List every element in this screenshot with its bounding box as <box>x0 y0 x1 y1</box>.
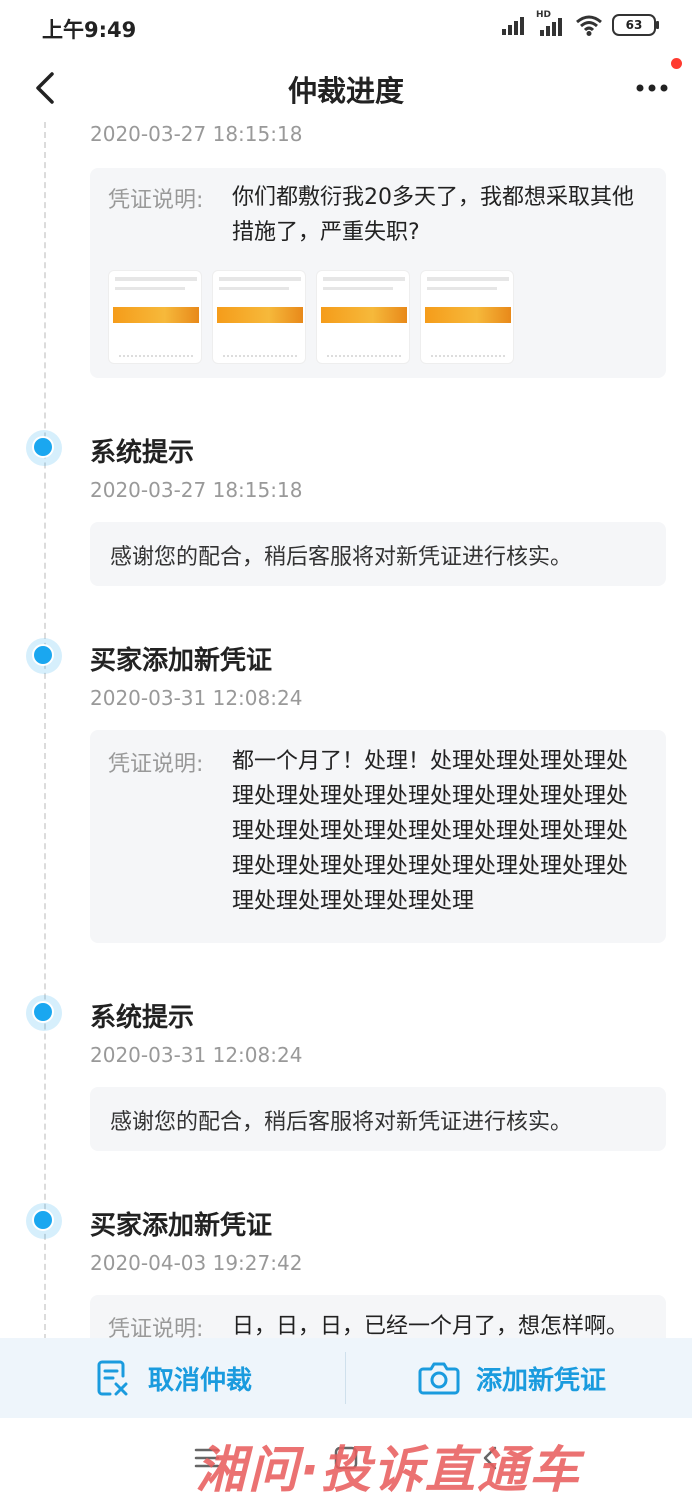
more-dots-icon <box>636 84 668 92</box>
evidence-thumbnails <box>108 270 514 364</box>
watermark-text: 湘问·投诉直通车 <box>196 1441 581 1499</box>
status-time: 上午9:49 <box>42 18 137 42</box>
signal-icon <box>502 17 524 35</box>
notification-dot <box>671 58 682 69</box>
status-bar: 上午9:49 HD 63 <box>0 0 692 58</box>
entry-title: 系统提示 <box>90 438 195 468</box>
note-text: 感谢您的配合，稍后客服将对新凭证进行核实。 <box>110 545 573 570</box>
note-text: 感谢您的配合，稍后客服将对新凭证进行核实。 <box>110 1110 573 1135</box>
camera-icon <box>418 1362 460 1395</box>
entry-time: 2020-03-27 18:15:18 <box>90 478 303 502</box>
status-icons: HD 63 <box>501 10 659 36</box>
evidence-thumbnail[interactable] <box>108 270 202 364</box>
evidence-text: 都一个月了！处理！处理处理处理处理处理处理处理处理处理处理处理处理处理处理处理处… <box>232 749 629 914</box>
wifi-icon <box>576 15 602 36</box>
entry-time: 2020-04-03 19:27:42 <box>90 1251 303 1275</box>
system-nav-bar: 湘问·投诉直通车 <box>0 1418 692 1500</box>
evidence-thumbnail[interactable] <box>316 270 410 364</box>
entry-title: 系统提示 <box>90 1003 195 1033</box>
cancel-document-icon <box>97 1360 128 1396</box>
evidence-card: 凭证说明: 都一个月了！处理！处理处理处理处理处理处理处理处理处理处理处理处理处… <box>90 730 666 943</box>
evidence-card: 凭证说明: 你们都敷衍我20多天了，我都想采取其他措施了，严重失职? <box>90 168 666 378</box>
evidence-thumbnail[interactable] <box>212 270 306 364</box>
entry-time: 2020-03-31 12:08:24 <box>90 1043 303 1067</box>
hd-signal-icon: HD <box>536 10 566 36</box>
note-card: 感谢您的配合，稍后客服将对新凭证进行核实。 <box>90 1087 666 1151</box>
cancel-arbitration-label: 取消仲裁 <box>148 1365 253 1396</box>
timeline-dot-icon <box>26 1203 62 1239</box>
more-button[interactable] <box>634 72 670 104</box>
add-evidence-button[interactable]: 添加新凭证 <box>418 1338 606 1418</box>
entry-time: 2020-03-27 18:15:18 <box>90 122 303 146</box>
note-card: 感谢您的配合，稍后客服将对新凭证进行核实。 <box>90 522 666 586</box>
timeline-dot-icon <box>26 638 62 674</box>
cancel-arbitration-button[interactable]: 取消仲裁 <box>94 1338 252 1418</box>
bottom-action-bar: 取消仲裁 添加新凭证 <box>0 1338 692 1418</box>
timeline-line <box>44 122 46 1340</box>
header: 仲裁进度 <box>0 58 692 118</box>
add-evidence-label: 添加新凭证 <box>476 1365 607 1396</box>
page-title: 仲裁进度 <box>287 74 404 108</box>
timeline-dot-icon <box>26 430 62 466</box>
entry-time: 2020-03-31 12:08:24 <box>90 686 303 710</box>
evidence-label: 凭证说明: <box>108 188 204 213</box>
entry-title: 买家添加新凭证 <box>90 1211 273 1241</box>
entry-title: 买家添加新凭证 <box>90 646 273 676</box>
battery-indicator: 63 <box>612 14 659 36</box>
evidence-thumbnail[interactable] <box>420 270 514 364</box>
timeline-dot-icon <box>26 995 62 1031</box>
evidence-text: 你们都敷衍我20多天了，我都想采取其他措施了，严重失职? <box>232 185 634 245</box>
action-divider <box>345 1352 346 1404</box>
evidence-label: 凭证说明: <box>108 752 204 777</box>
